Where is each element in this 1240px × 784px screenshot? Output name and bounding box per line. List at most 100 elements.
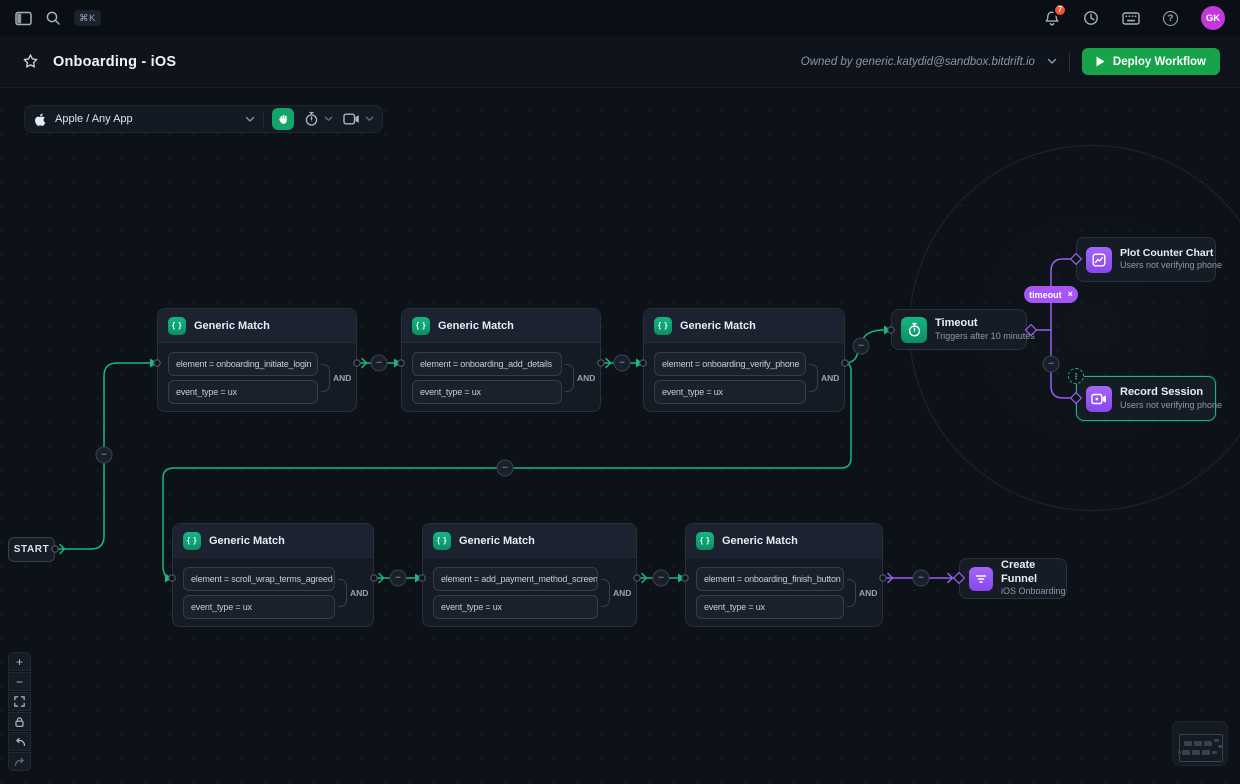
generic-match-node-2[interactable]: { } Generic Match element = onboarding_a…	[401, 308, 601, 412]
app-selector-dropdown[interactable]: Apple / Any App	[33, 106, 255, 132]
node-subtitle: Triggers after 10 minutes	[935, 331, 1035, 343]
node-header: { } Generic Match	[644, 309, 844, 343]
condition-pill[interactable]: element = onboarding_finish_button	[696, 567, 844, 591]
generic-match-node-6[interactable]: { } Generic Match element = onboarding_f…	[685, 523, 883, 627]
timeout-node[interactable]: Timeout Triggers after 10 minutes	[891, 309, 1027, 350]
record-session-node[interactable]: Record Session Users not verifying phone	[1076, 376, 1216, 421]
edge-remove-button[interactable]: −	[614, 355, 631, 372]
chart-icon	[1086, 247, 1112, 273]
node-title: Generic Match	[438, 320, 514, 332]
zoom-out-button[interactable]: −	[8, 672, 31, 691]
generic-match-node-5[interactable]: { } Generic Match element = add_payment_…	[422, 523, 637, 627]
and-bracket	[847, 579, 856, 607]
condition-pill[interactable]: element = scroll_wrap_terms_agreed	[183, 567, 335, 591]
node-subtitle: Users not verifying phone	[1120, 400, 1222, 412]
fit-view-button[interactable]	[8, 692, 31, 711]
minimap-node	[1178, 751, 1181, 754]
condition-pill[interactable]: element = onboarding_initiate_login	[168, 352, 318, 376]
condition-pill[interactable]: event_type = ux	[183, 595, 335, 619]
edge-remove-button[interactable]: −	[371, 355, 388, 372]
node-subtitle: Users not verifying phone	[1120, 260, 1222, 272]
record-node-menu-button[interactable]: ⋮	[1068, 368, 1084, 384]
user-avatar[interactable]: GK	[1201, 6, 1225, 30]
timeout-edge-label: timeout	[1029, 290, 1062, 300]
funnel-icon	[969, 567, 993, 591]
condition-pill[interactable]: element = add_payment_method_screen	[433, 567, 598, 591]
condition-pill[interactable]: element = onboarding_add_details	[412, 352, 562, 376]
node-text: Timeout Triggers after 10 minutes	[935, 317, 1035, 342]
toolbar-divider	[263, 111, 264, 127]
generic-match-node-4[interactable]: { } Generic Match element = scroll_wrap_…	[172, 523, 374, 627]
node-title: Create Funnel	[1001, 559, 1066, 587]
timeout-edge-chip[interactable]: timeout ×	[1024, 286, 1078, 303]
braces-icon: { }	[412, 317, 430, 335]
node-title: Timeout	[935, 317, 1035, 331]
edge-remove-button[interactable]: −	[913, 570, 930, 587]
start-node[interactable]: START	[8, 537, 55, 562]
node-header: { } Generic Match	[173, 524, 373, 558]
timeout-tool-chevron-icon[interactable]	[324, 116, 333, 122]
search-shortcut-badge[interactable]: ⌘K	[74, 10, 101, 26]
condition-pill[interactable]: element = onboarding_verify_phone	[654, 352, 806, 376]
record-tool-button[interactable]	[343, 113, 360, 125]
edge-remove-button[interactable]: −	[1043, 356, 1060, 373]
owner-chevron-down-icon[interactable]	[1047, 58, 1057, 65]
header-right: Owned by generic.katydid@sandbox.bitdrif…	[801, 48, 1240, 75]
deploy-workflow-label: Deploy Workflow	[1113, 56, 1206, 68]
node-header: { } Generic Match	[686, 524, 882, 558]
and-label: AND	[821, 373, 839, 383]
video-camera-icon	[1086, 386, 1112, 412]
condition-pill[interactable]: event_type = ux	[168, 380, 318, 404]
node-header: { } Generic Match	[158, 309, 356, 343]
and-bracket	[809, 364, 818, 392]
and-operator: AND	[565, 364, 593, 392]
help-icon[interactable]: ?	[1163, 11, 1178, 26]
undo-button[interactable]	[8, 732, 31, 751]
and-operator: AND	[809, 364, 837, 392]
minimap-node	[1182, 750, 1190, 755]
apple-icon	[33, 112, 46, 127]
history-clock-icon[interactable]	[1083, 10, 1099, 26]
node-title: Record Session	[1120, 386, 1222, 400]
video-camera-icon	[343, 113, 360, 125]
timeout-chip-close-icon[interactable]: ×	[1068, 290, 1073, 299]
redo-button[interactable]	[8, 752, 31, 771]
grab-tool-button[interactable]	[272, 108, 294, 130]
minimap-node	[1194, 741, 1202, 746]
app-selector-label: Apple / Any App	[55, 113, 236, 125]
braces-icon: { }	[654, 317, 672, 335]
node-header: { } Generic Match	[423, 524, 636, 558]
timeout-tool-button[interactable]	[304, 111, 319, 127]
redo-icon	[14, 756, 26, 767]
and-operator: AND	[601, 579, 629, 607]
braces-icon: { }	[183, 532, 201, 550]
edge-remove-button[interactable]: −	[653, 570, 670, 587]
zoom-in-button[interactable]: +	[8, 652, 31, 671]
top-bar: ⌘K 7 ? GK	[0, 0, 1240, 36]
record-tool-chevron-icon[interactable]	[365, 116, 374, 122]
sidebar-toggle-icon[interactable]	[15, 11, 32, 26]
and-label: AND	[613, 588, 631, 598]
condition-pill[interactable]: event_type = ux	[412, 380, 562, 404]
condition-pill[interactable]: event_type = ux	[696, 595, 844, 619]
generic-match-node-3[interactable]: { } Generic Match element = onboarding_v…	[643, 308, 845, 412]
minimap[interactable]	[1172, 721, 1228, 766]
generic-match-node-1[interactable]: { } Generic Match element = onboarding_i…	[157, 308, 357, 412]
plot-counter-chart-node[interactable]: Plot Counter Chart Users not verifying p…	[1076, 237, 1216, 282]
condition-pill[interactable]: event_type = ux	[433, 595, 598, 619]
edge-remove-button[interactable]: −	[853, 338, 870, 355]
search-icon[interactable]	[45, 10, 61, 26]
edge-remove-button[interactable]: −	[390, 570, 407, 587]
condition-pill[interactable]: event_type = ux	[654, 380, 806, 404]
edge-remove-button[interactable]: −	[96, 447, 113, 464]
notifications-bell-icon[interactable]: 7	[1044, 10, 1060, 27]
favorite-star-icon[interactable]	[22, 53, 39, 70]
create-funnel-node[interactable]: Create Funnel iOS Onboarding	[959, 558, 1067, 599]
deploy-workflow-button[interactable]: Deploy Workflow	[1082, 48, 1220, 75]
minimap-node	[1212, 751, 1217, 754]
edge-remove-button[interactable]: −	[497, 460, 514, 477]
keyboard-shortcuts-icon[interactable]	[1122, 12, 1140, 25]
lock-interactivity-button[interactable]	[8, 712, 31, 731]
play-icon	[1096, 56, 1105, 67]
and-operator: AND	[321, 364, 349, 392]
